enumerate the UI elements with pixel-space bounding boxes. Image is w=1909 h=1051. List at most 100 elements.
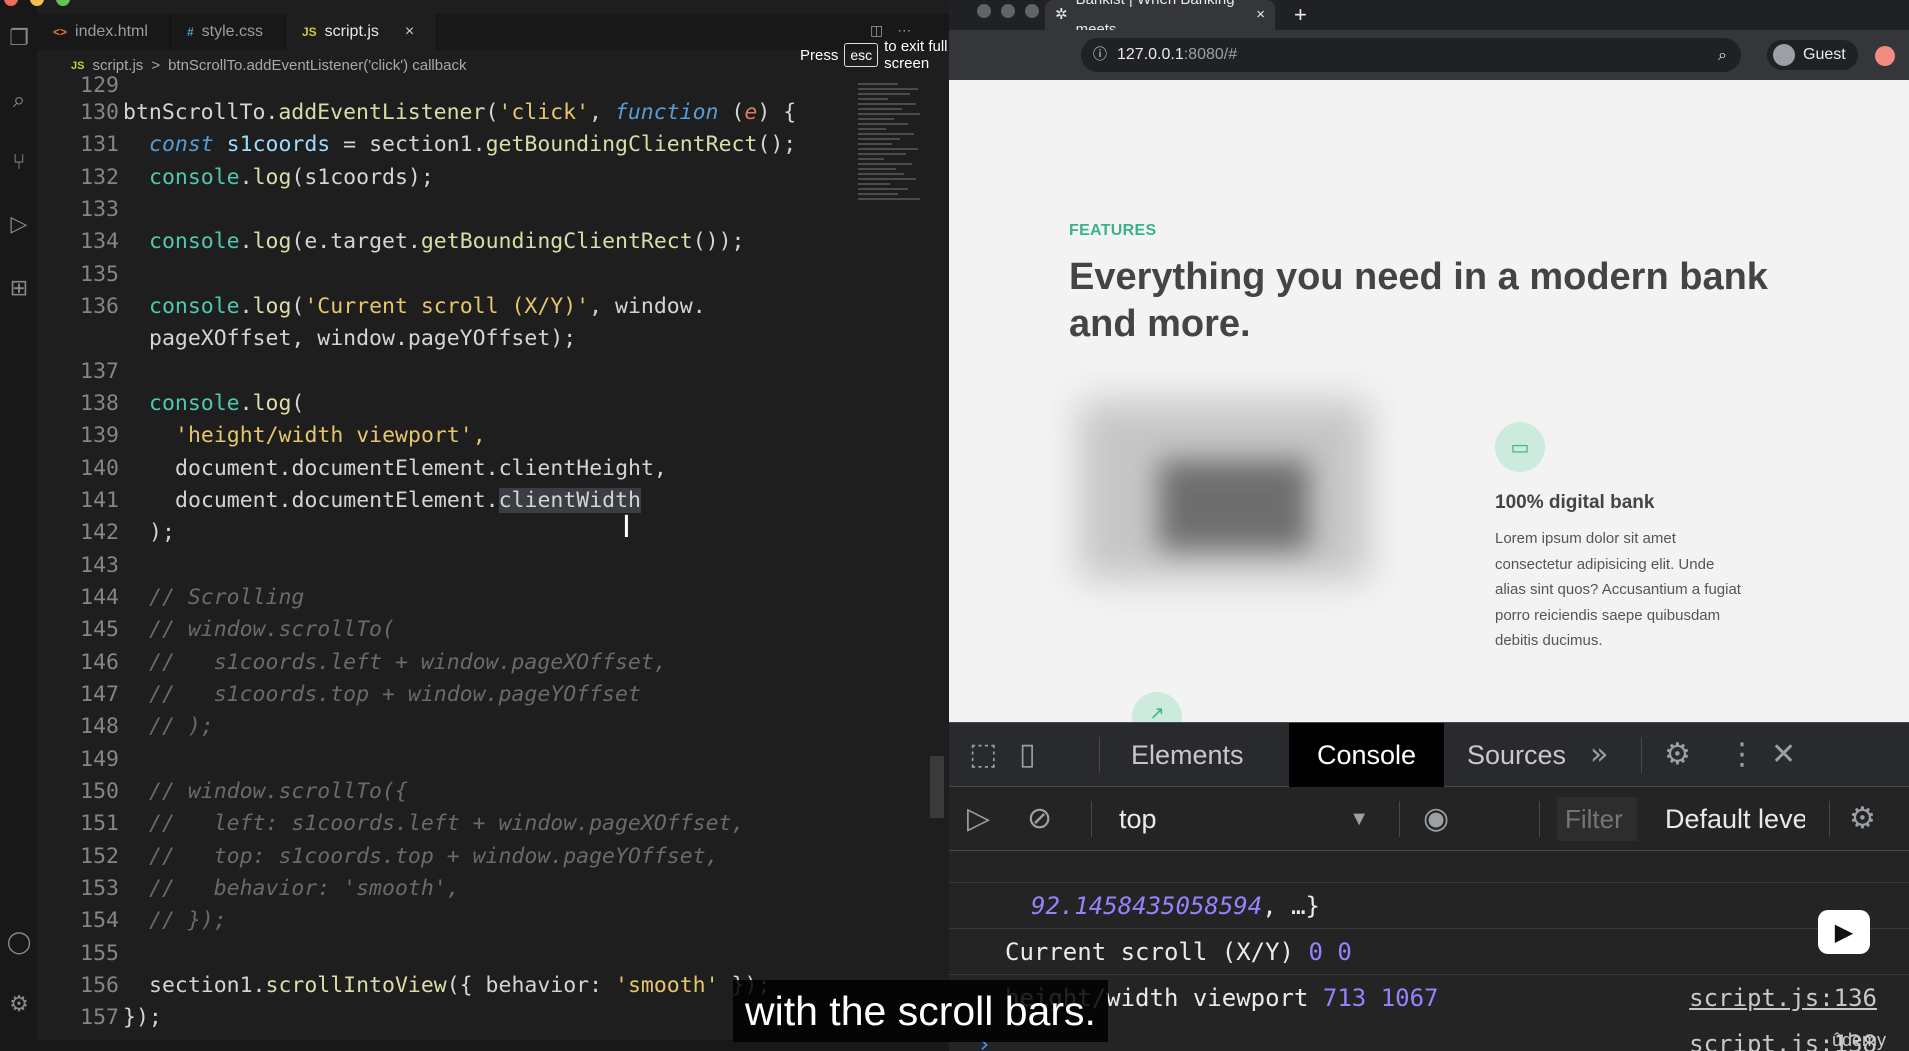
esc-key: esc <box>844 43 879 67</box>
close-tab-icon[interactable]: × <box>1256 0 1265 30</box>
profile-label: Guest <box>1803 46 1846 63</box>
code-line: 132 console.log(s1coords); <box>37 162 857 194</box>
code-comment: // s1coords.left + window.pageXOffset, <box>149 650 667 675</box>
tab-sources[interactable]: Sources <box>1439 723 1594 787</box>
line-number: 151 <box>80 811 119 836</box>
browser-tab-strip: ✲ Bankist | When Banking meets × + <box>949 0 1909 38</box>
settings-gear-icon[interactable]: ⚙ <box>1664 723 1691 787</box>
code-line: 141 document.documentElement.clientWidth <box>37 485 857 517</box>
site-info-icon[interactable]: ⓘ <box>1093 38 1107 72</box>
line-number: 154 <box>80 908 119 933</box>
line-number: 132 <box>80 165 119 190</box>
code-line: 155 <box>37 938 857 970</box>
code-line: 145 // window.scrollTo( <box>37 614 857 646</box>
code-text: console.log(s1coords); <box>149 165 434 190</box>
minimap[interactable] <box>858 80 928 500</box>
close-window-icon[interactable] <box>4 0 18 6</box>
browser-window-controls <box>977 4 1039 18</box>
code-line: 138 console.log( <box>37 388 857 420</box>
maximize-window-icon[interactable] <box>1025 4 1039 18</box>
split-editor-icon[interactable]: ◫⋯ <box>870 22 925 39</box>
maximize-window-icon[interactable] <box>56 0 70 6</box>
code-line: 134 console.log(e.target.getBoundingClien… <box>37 226 857 258</box>
tab-style-css[interactable]: # style.css <box>171 14 286 50</box>
minimize-window-icon[interactable] <box>1001 4 1015 18</box>
code-line: 144 // Scrolling <box>37 582 857 614</box>
editor-scrollbar[interactable] <box>930 756 944 818</box>
browser-window: ✲ Bankist | When Banking meets × + ⓘ 127… <box>949 0 1909 1051</box>
line-number: 149 <box>80 747 119 772</box>
devtools-toolbar: ⬚ ▯ Elements Console Sources » ⚙ ⋮ ✕ <box>949 723 1909 787</box>
tab-console[interactable]: Console <box>1289 723 1445 787</box>
web-page: FEATURES Everything you need in a modern… <box>949 80 1909 742</box>
line-number: 140 <box>80 456 119 481</box>
window-controls <box>4 0 70 6</box>
tab-elements[interactable]: Elements <box>1103 723 1272 787</box>
run-debug-icon[interactable]: ▷ <box>6 212 32 238</box>
inspect-element-icon[interactable]: ⬚ <box>969 723 997 787</box>
manage-gear-icon[interactable]: ⚙ <box>6 992 32 1018</box>
feature-image-detail <box>1159 460 1309 550</box>
code-line: 146 // s1coords.left + window.pageXOffset… <box>37 647 857 679</box>
zoom-icon[interactable]: ⌕ <box>1718 38 1727 72</box>
console-message: height/width viewport 713 1067 script.js… <box>949 929 1909 1051</box>
device-toggle-icon[interactable]: ▯ <box>1019 723 1036 787</box>
avatar <box>1773 44 1795 66</box>
more-tabs-icon[interactable]: » <box>1590 723 1608 787</box>
line-number: 133 <box>80 197 119 222</box>
line-number: 150 <box>80 779 119 804</box>
notice-rest: to exit full screen <box>884 38 948 72</box>
line-number: 157 <box>80 1005 119 1030</box>
console-message: Current scroll (X/Y) 0 0 script.js:136 <box>949 883 1909 1012</box>
tab-script-js[interactable]: JS script.js × <box>285 14 438 50</box>
code-text: console.log( <box>149 391 305 416</box>
code-comment: // window.scrollTo({ <box>149 779 408 804</box>
code-line: 140 document.documentElement.clientHeight… <box>37 453 857 485</box>
section-label: FEATURES <box>1069 222 1157 239</box>
code-text: console.log('Current scroll (X/Y)', wind… <box>149 294 706 319</box>
line-number: 139 <box>80 423 119 448</box>
extensions-icon[interactable]: ⊞ <box>6 276 32 302</box>
account-icon[interactable]: ◯ <box>6 930 32 956</box>
line-number: 147 <box>80 682 119 707</box>
notice-press: Press <box>800 46 839 64</box>
minimize-window-icon[interactable] <box>30 0 44 6</box>
tab-label: index.html <box>75 23 148 40</box>
line-number: 152 <box>80 844 119 869</box>
code-line: 154 // }); <box>37 905 857 937</box>
explorer-icon[interactable]: ❐ <box>6 26 32 52</box>
source-control-icon[interactable]: ⑂ <box>6 150 32 176</box>
code-line: 150 // window.scrollTo({ <box>37 776 857 808</box>
udemy-logo: ûdemy <box>1832 1030 1887 1050</box>
address-bar[interactable]: ⓘ 127.0.0.1:8080/# ⌕ <box>1081 38 1741 72</box>
close-window-icon[interactable] <box>977 4 991 18</box>
section-heading: Everything you need in a modern bank and… <box>1069 256 1768 345</box>
line-number: 137 <box>80 359 119 384</box>
code-line: 147 // s1coords.top + window.pageYOffset <box>37 679 857 711</box>
tab-index-html[interactable]: <> index.html <box>37 14 171 50</box>
close-tab-icon[interactable]: × <box>405 14 414 50</box>
close-devtools-icon[interactable]: ✕ <box>1771 723 1796 787</box>
new-tab-button[interactable]: + <box>1294 0 1307 30</box>
code-text: document.documentElement.clientWidth <box>175 488 641 513</box>
video-play-icon[interactable]: ▶ <box>1818 910 1870 954</box>
console-message: 92.1458435058594, …} <box>949 837 1909 920</box>
html-file-icon: <> <box>53 25 68 39</box>
code-comment: // s1coords.top + window.pageYOffset <box>149 682 641 707</box>
url-host: 127.0.0.1 <box>1117 46 1184 63</box>
code-text: section1.scrollIntoView({ behavior: 'smo… <box>149 973 770 998</box>
update-icon[interactable] <box>1875 46 1895 66</box>
code-comment: // top: s1coords.top + window.pageYOffse… <box>149 844 719 869</box>
filter-input[interactable] <box>1557 797 1637 841</box>
profile-button[interactable]: Guest <box>1767 40 1858 70</box>
line-number: 134 <box>80 229 119 254</box>
line-number: 141 <box>80 488 119 513</box>
search-icon[interactable]: ⌕ <box>6 88 32 114</box>
code-line: 130 btnScrollTo.addEventListener('click',… <box>37 97 857 129</box>
tab-label: script.js <box>324 23 379 40</box>
line-number: 135 <box>80 262 119 287</box>
browser-tab[interactable]: ✲ Bankist | When Banking meets × <box>1045 0 1275 38</box>
line-number: 131 <box>80 132 119 157</box>
more-options-icon[interactable]: ⋮ <box>1727 723 1757 787</box>
context-value: top <box>1119 804 1157 834</box>
